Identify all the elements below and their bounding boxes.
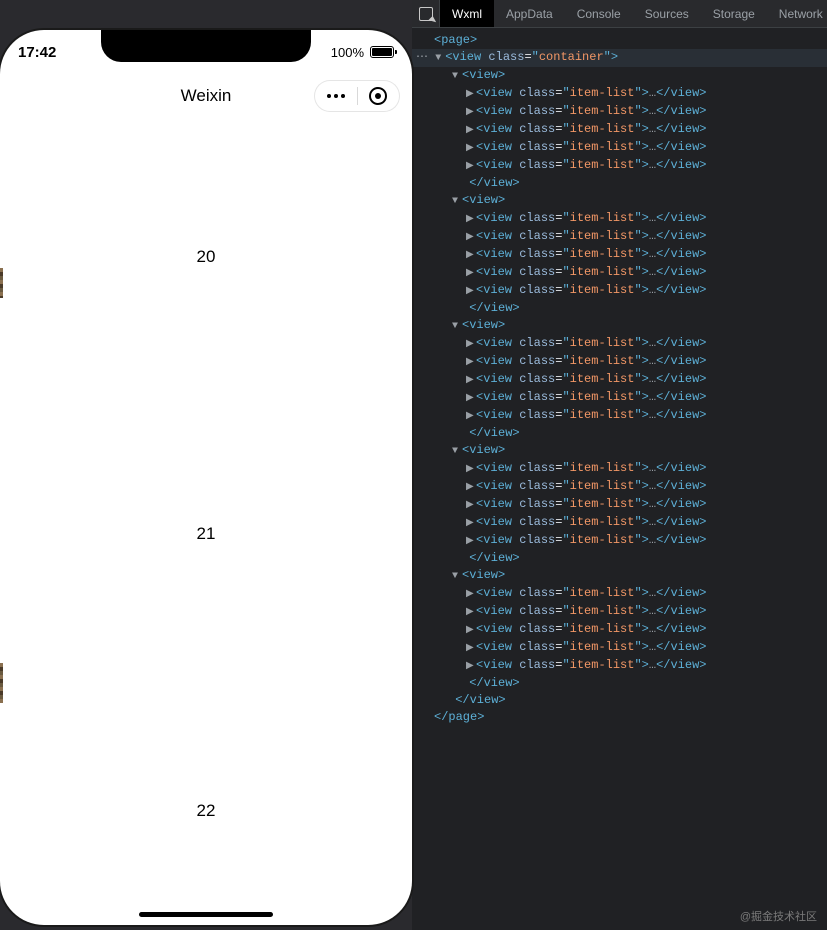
close-button[interactable] [358,81,400,111]
tab-wxml[interactable]: Wxml [440,0,494,27]
tree-node[interactable]: <view class="item-list">…</view> [412,335,827,353]
tree-node[interactable]: <view class="item-list">…</view> [412,264,827,282]
tree-node[interactable]: <view class="item-list">…</view> [412,585,827,603]
tree-node[interactable]: <view class="item-list">…</view> [412,407,827,425]
tree-node[interactable]: <view class="item-list">…</view> [412,657,827,675]
tree-node[interactable]: <view class="item-list">…</view> [412,603,827,621]
devtools-tabs: Wxml AppData Console Sources Storage Net… [412,0,827,28]
tree-node[interactable]: <view class="item-list">…</view> [412,639,827,657]
page-title: Weixin [181,86,232,106]
inspect-button[interactable] [412,0,440,28]
status-right: 100% [331,45,394,60]
tree-node[interactable]: </view> [412,425,827,442]
tree-node[interactable]: <view class="item-list">…</view> [412,103,827,121]
watermark: @掘金技术社区 [740,908,817,924]
capsule-menu [314,80,400,112]
tree-node[interactable]: <page> [412,32,827,49]
nav-bar: Weixin [0,74,412,118]
home-indicator[interactable] [139,912,273,917]
phone-content[interactable]: 20 21 22 [0,118,412,925]
tree-node[interactable]: </page> [412,709,827,726]
tab-console[interactable]: Console [565,0,633,27]
tree-node[interactable]: <view class="item-list">…</view> [412,514,827,532]
tree-node[interactable]: <view class="item-list">…</view> [412,496,827,514]
tree-node[interactable]: <view class="item-list">…</view> [412,157,827,175]
tree-node[interactable]: <view class="item-list">…</view> [412,460,827,478]
texture-decoration [0,663,3,703]
battery-icon [370,46,394,58]
tab-sources[interactable]: Sources [633,0,701,27]
devtools-panel: Wxml AppData Console Sources Storage Net… [412,0,827,930]
dots-icon [327,94,345,98]
tree-node[interactable]: <view> [412,317,827,335]
tree-node[interactable]: <view class="item-list">…</view> [412,210,827,228]
tree-node[interactable]: <view class="item-list">…</view> [412,139,827,157]
tree-node[interactable]: <view> [412,67,827,85]
tree-node[interactable]: </view> [412,692,827,709]
tree-node[interactable]: <view class="item-list">…</view> [412,389,827,407]
tab-appdata[interactable]: AppData [494,0,565,27]
tree-node[interactable]: <view class="item-list">…</view> [412,246,827,264]
tree-node[interactable]: <view> [412,192,827,210]
phone-notch [101,30,311,62]
tree-node[interactable]: <view> [412,567,827,585]
texture-decoration [0,268,3,298]
list-item: 20 [0,118,412,395]
tree-node[interactable]: </view> [412,550,827,567]
tree-node[interactable]: <view class="item-list">…</view> [412,371,827,389]
tree-node[interactable]: <view class="item-list">…</view> [412,228,827,246]
tree-node[interactable]: <view class="item-list">…</view> [412,532,827,550]
tree-node[interactable]: <view class="item-list">…</view> [412,121,827,139]
tab-network[interactable]: Network [767,0,827,27]
list-item: 22 [0,672,412,925]
tree-node[interactable]: </view> [412,175,827,192]
tree-node[interactable]: <view class="item-list">…</view> [412,85,827,103]
phone-simulator: 17:42 100% Weixin [0,0,412,930]
inspect-icon [419,7,433,21]
dom-tree[interactable]: <page>⋯ <view class="container"><view><v… [412,28,827,930]
menu-button[interactable] [315,81,357,111]
tree-node[interactable]: </view> [412,675,827,692]
tree-node[interactable]: <view> [412,442,827,460]
tree-node[interactable]: <view class="item-list">…</view> [412,621,827,639]
tab-storage[interactable]: Storage [701,0,767,27]
phone-frame: 17:42 100% Weixin [0,30,412,925]
tree-node[interactable]: <view class="item-list">…</view> [412,353,827,371]
tree-node[interactable]: ⋯ <view class="container"> [412,49,827,67]
status-time: 17:42 [18,44,56,61]
tree-node[interactable]: </view> [412,300,827,317]
battery-percent: 100% [331,45,364,60]
tree-node[interactable]: <view class="item-list">…</view> [412,282,827,300]
target-icon [369,87,387,105]
tree-node[interactable]: <view class="item-list">…</view> [412,478,827,496]
list-item: 21 [0,395,412,672]
